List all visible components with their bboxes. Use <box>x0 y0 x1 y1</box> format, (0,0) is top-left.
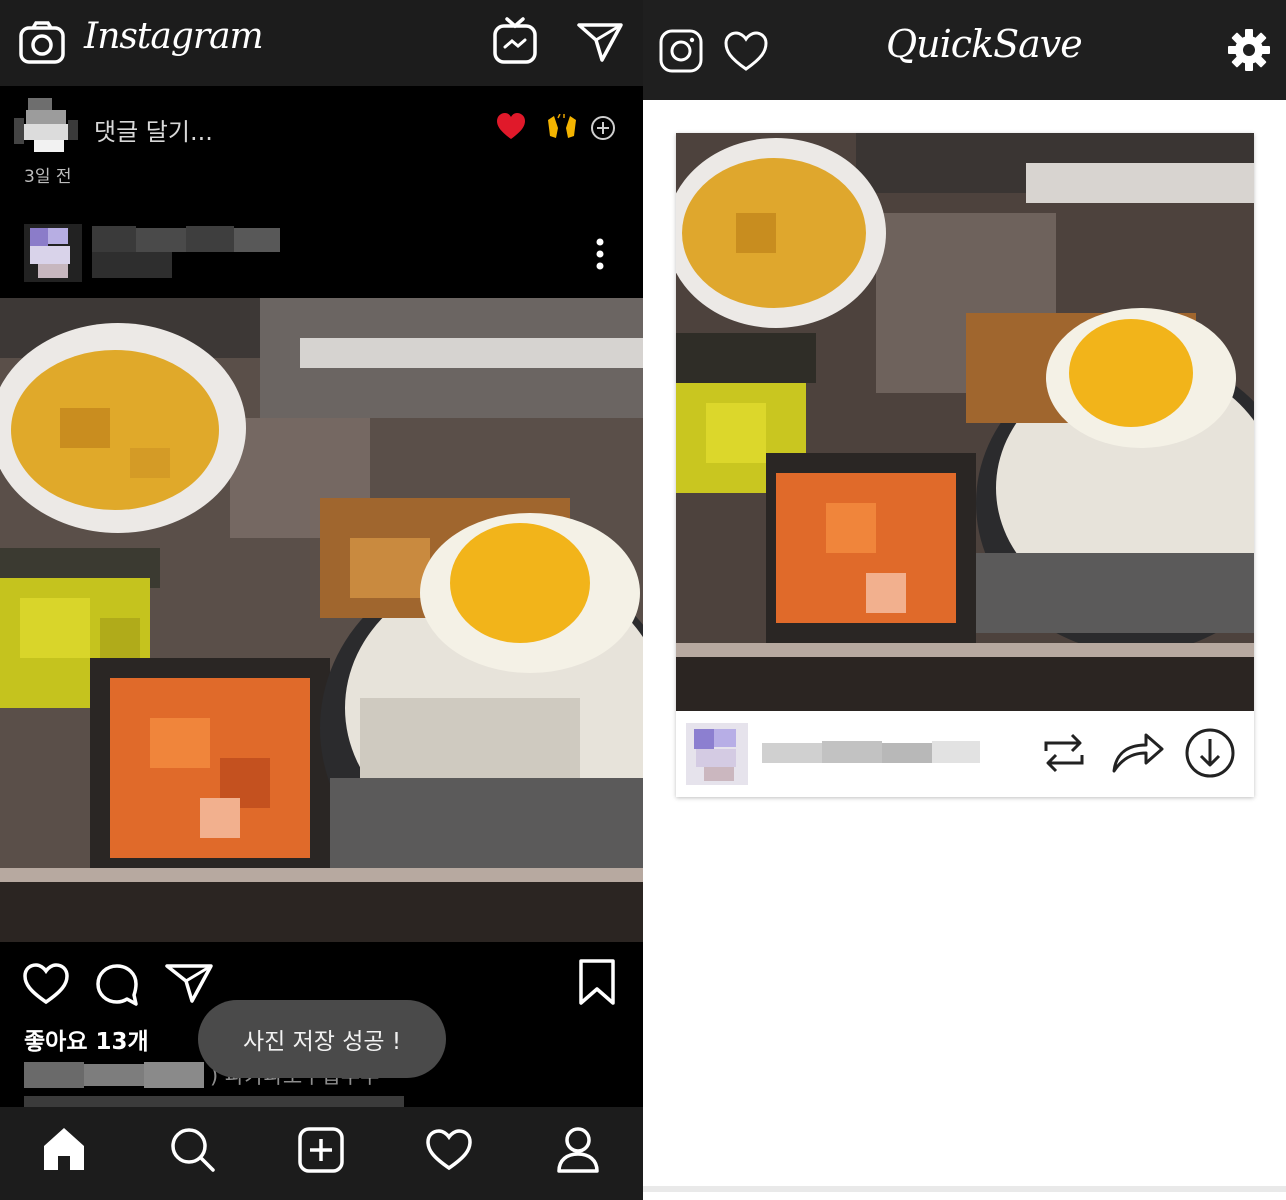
share-forward-icon[interactable] <box>1110 729 1166 775</box>
comment-timestamp: 3일 전 <box>24 167 72 187</box>
instagram-top-bar: Instagram <box>0 0 643 86</box>
saved-photo[interactable] <box>676 133 1254 711</box>
post-author-username-blurred[interactable] <box>92 224 282 282</box>
profile-icon[interactable] <box>554 1124 602 1174</box>
share-icon[interactable] <box>164 962 214 1004</box>
quicksave-screen: QuickSave <box>643 0 1286 1200</box>
likes-count[interactable]: 좋아요 13개 <box>24 1022 149 1056</box>
comment-icon[interactable] <box>94 962 140 1008</box>
plus-circle-icon[interactable] <box>590 115 616 141</box>
igtv-icon[interactable] <box>492 16 538 66</box>
save-success-toast: 사진 저장 성공 ! <box>198 1000 446 1078</box>
instagram-icon[interactable] <box>658 28 704 74</box>
caption-username-blurred[interactable] <box>24 1062 204 1088</box>
download-icon[interactable] <box>1184 727 1236 779</box>
camera-icon[interactable] <box>18 20 66 66</box>
instagram-screen: Instagram 댓글 달기... 3일 전 좋아요 13개 사진 저장 성공… <box>0 0 643 1200</box>
saved-post-author-avatar <box>686 723 748 785</box>
heart-icon[interactable] <box>723 30 769 72</box>
repost-icon[interactable] <box>1038 729 1090 777</box>
saved-post-card <box>676 133 1254 797</box>
settings-gear-icon[interactable] <box>1227 28 1271 72</box>
activity-icon[interactable] <box>425 1124 473 1174</box>
post-photo[interactable] <box>0 298 643 942</box>
commenter-avatar <box>14 98 78 152</box>
heart-emoji[interactable] <box>496 112 526 142</box>
new-post-icon[interactable] <box>297 1124 345 1174</box>
more-vertical-icon[interactable] <box>588 234 612 274</box>
heart-icon[interactable] <box>22 962 70 1006</box>
comment-input[interactable]: 댓글 달기... <box>94 112 213 147</box>
home-icon[interactable] <box>40 1124 88 1174</box>
search-icon[interactable] <box>168 1124 216 1174</box>
saved-post-username-blurred <box>762 741 980 763</box>
instagram-logo: Instagram <box>84 16 264 57</box>
direct-send-icon[interactable] <box>576 20 624 64</box>
raised-hands-emoji[interactable] <box>546 114 578 140</box>
post-author-avatar[interactable] <box>24 224 82 282</box>
bookmark-icon[interactable] <box>576 958 618 1006</box>
bottom-divider <box>643 1186 1286 1192</box>
app-title: QuickSave <box>886 22 1083 66</box>
